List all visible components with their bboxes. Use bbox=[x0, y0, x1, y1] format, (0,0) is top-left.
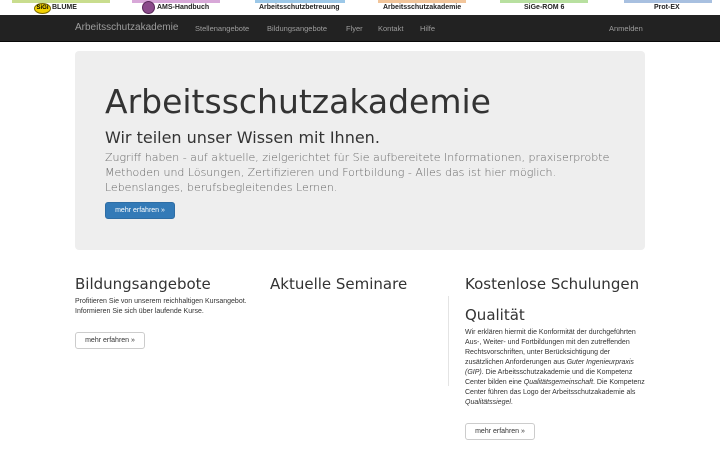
qualitaet-text-emphasis: Qualitätsgemeinschaft bbox=[523, 379, 594, 386]
nav-link-bildungsangebote[interactable]: Bildungsangebote bbox=[267, 24, 327, 33]
nav-link-hilfe[interactable]: Hilfe bbox=[420, 24, 435, 33]
product-tab-label-betreuung[interactable]: Arbeitsschutzbetreuung bbox=[259, 4, 340, 11]
hero-lead-text: Zugriff haben - auf aktuelle, zielgerich… bbox=[105, 151, 610, 194]
product-tab-label-blume[interactable]: BLUME bbox=[52, 4, 77, 11]
seminare-heading: Aktuelle Seminare bbox=[270, 275, 408, 293]
ams-logo-icon bbox=[142, 1, 155, 14]
nav-link-kontakt[interactable]: Kontakt bbox=[378, 24, 403, 33]
bildungsangebote-heading: Bildungsangebote bbox=[75, 275, 211, 293]
product-strip: SiGi BLUME AMS-Handbuch Arbeitsschutzbet… bbox=[0, 0, 720, 15]
bildungsangebote-text: Profitieren Sie von unserem reichhaltige… bbox=[75, 298, 247, 315]
hero-subtitle: Wir teilen unser Wissen mit Ihnen. bbox=[105, 128, 380, 147]
nav-link-anmelden[interactable]: Anmelden bbox=[609, 24, 643, 33]
navbar-brand[interactable]: Arbeitsschutzakademie bbox=[75, 22, 178, 33]
nav-link-stellenangebote[interactable]: Stellenangebote bbox=[195, 24, 249, 33]
schulungen-heading: Kostenlose Schulungen bbox=[465, 275, 640, 293]
bildungsangebote-more-button[interactable]: mehr erfahren » bbox=[75, 332, 145, 349]
schulungen-more-button[interactable]: mehr erfahren » bbox=[465, 423, 535, 440]
column-divider bbox=[448, 296, 449, 386]
hero-jumbotron: Arbeitsschutzakademie Wir teilen unser W… bbox=[75, 51, 645, 250]
top-navbar: Arbeitsschutzakademie Stellenangebote Bi… bbox=[0, 15, 720, 42]
product-tab-label-sige[interactable]: SiGe-ROM 6 bbox=[524, 4, 564, 11]
product-tab-label-akademie[interactable]: Arbeitsschutzakademie bbox=[383, 4, 461, 11]
product-tab-accent bbox=[12, 0, 110, 3]
hero-more-button[interactable]: mehr erfahren » bbox=[105, 202, 175, 219]
product-tab-accent bbox=[255, 0, 345, 3]
qualitaet-heading: Qualität bbox=[465, 306, 525, 324]
sigi-logo-badge: SiGi bbox=[36, 5, 49, 11]
product-tab-label-ams[interactable]: AMS-Handbuch bbox=[157, 4, 209, 11]
sigi-logo-icon: SiGi bbox=[34, 3, 51, 14]
qualitaet-text-emphasis: Qualitätssiegel bbox=[465, 399, 511, 406]
product-tab-label-protex[interactable]: Prot-EX bbox=[654, 4, 680, 11]
nav-link-flyer[interactable]: Flyer bbox=[346, 24, 363, 33]
product-tab-accent bbox=[624, 0, 712, 3]
product-tab-accent bbox=[500, 0, 588, 3]
qualitaet-text-part: . bbox=[510, 399, 513, 406]
hero-title: Arbeitsschutzakademie bbox=[105, 82, 491, 121]
qualitaet-text: Wir erklären hiermit die Konformität der… bbox=[465, 328, 645, 408]
product-tab-accent bbox=[378, 0, 466, 3]
